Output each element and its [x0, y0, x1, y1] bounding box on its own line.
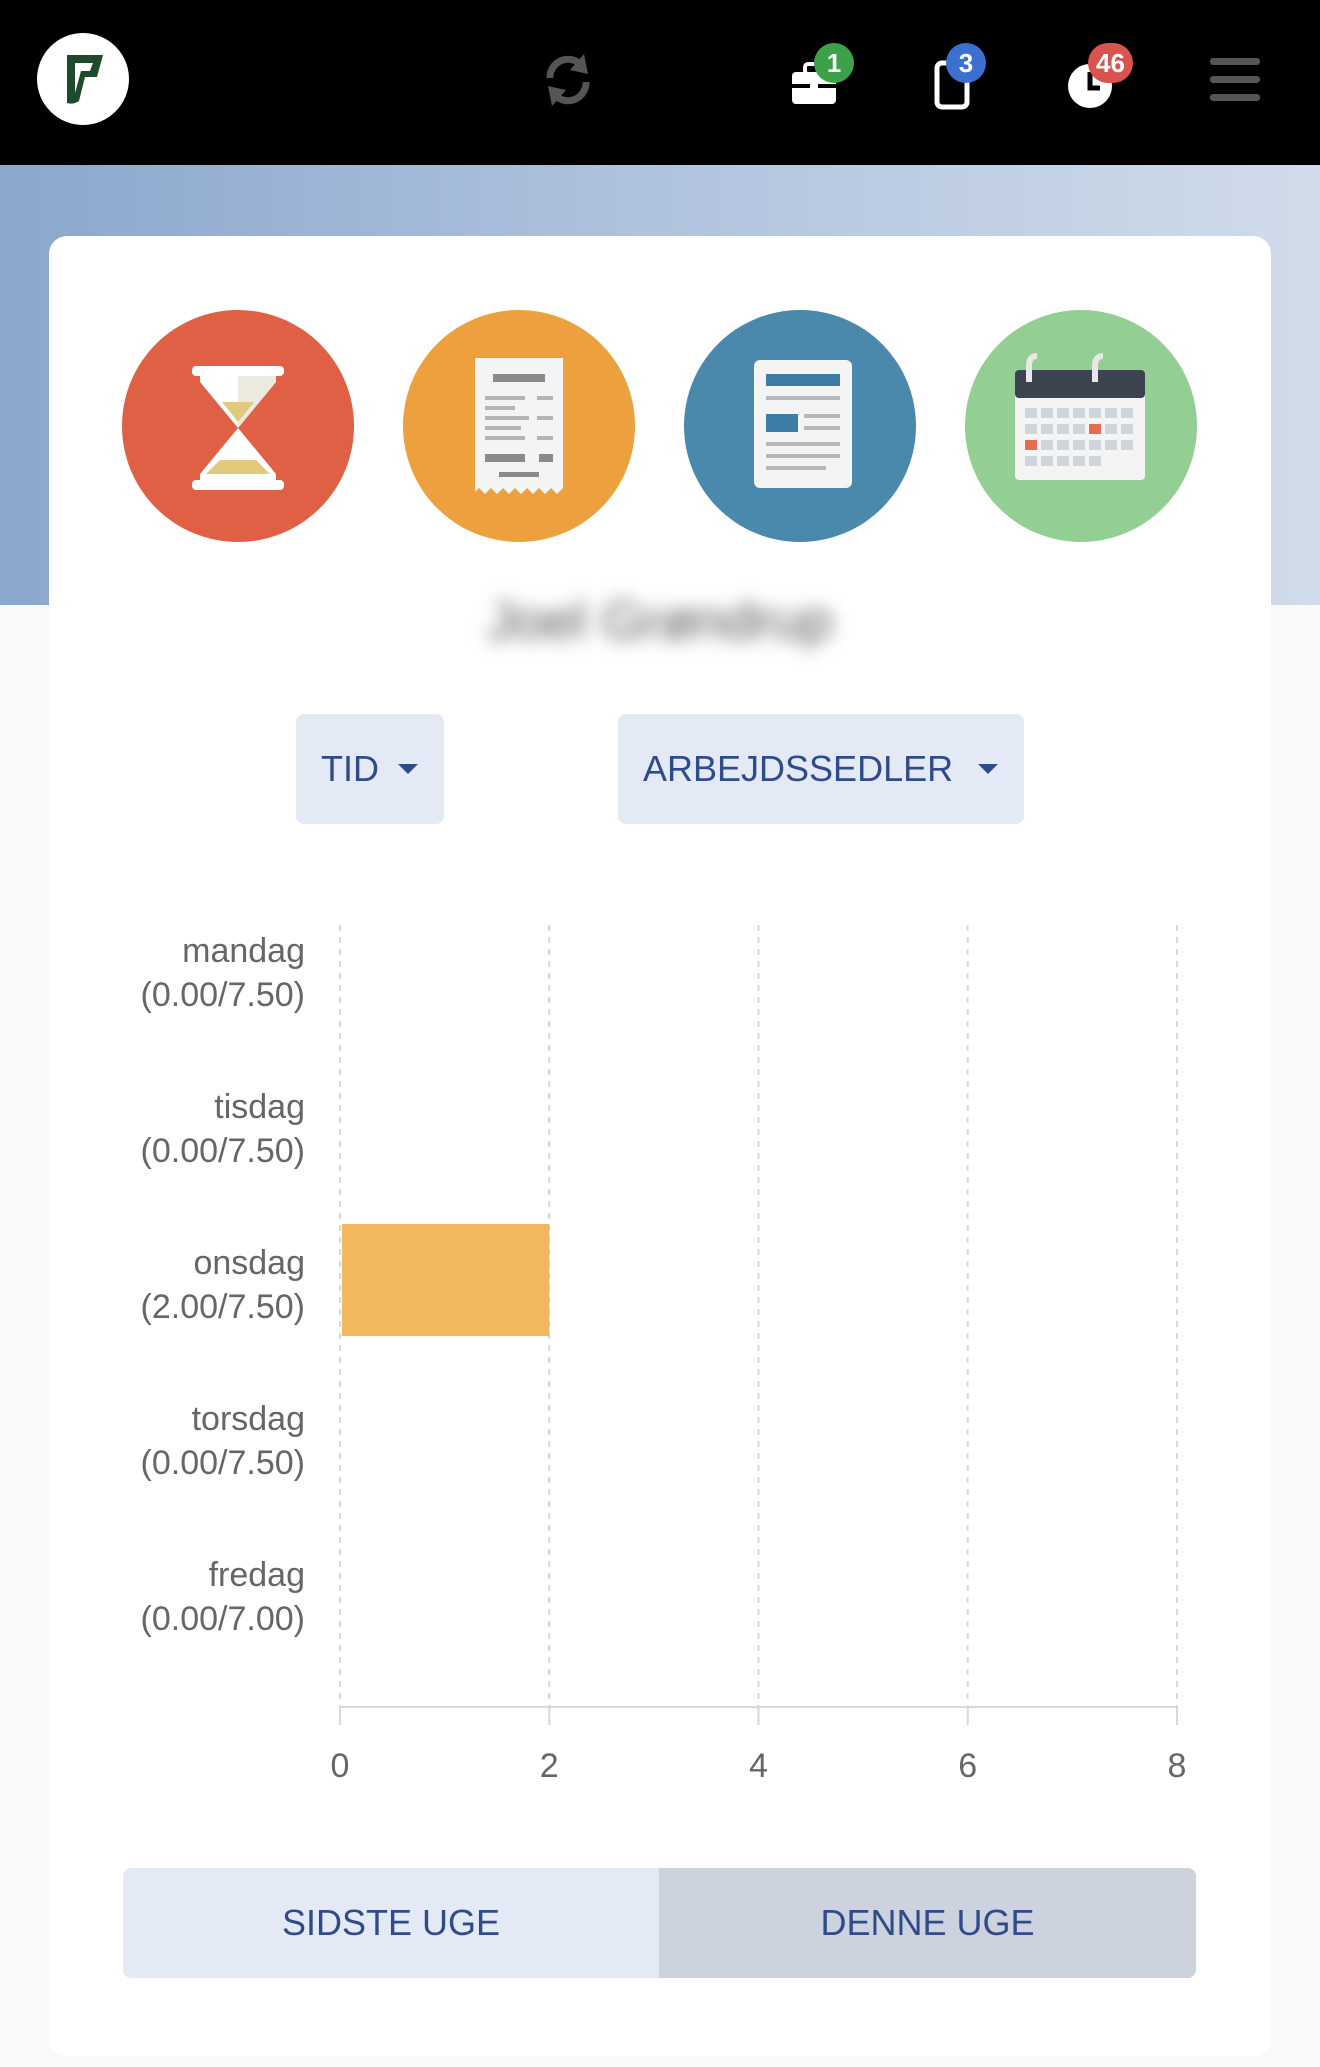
arbejdssedler-dropdown-label: ARBEJDSSEDLER [643, 748, 954, 789]
user-name: Joel Grøndrup [487, 591, 833, 651]
timer-badge: 46 [1088, 43, 1133, 83]
refresh-icon[interactable] [538, 50, 598, 110]
last-week-label: SIDSTE UGE [281, 1902, 501, 1943]
hamburger-icon[interactable] [1210, 58, 1260, 102]
receipt-icon[interactable] [403, 310, 635, 542]
x-tick-label: 2 [540, 1747, 559, 1785]
devices-badge: 3 [946, 43, 986, 83]
day-hours-label: (0.00/7.50) [141, 1132, 305, 1170]
day-label: torsdag [192, 1400, 305, 1438]
day-label: tisdag [214, 1088, 305, 1126]
day-label: mandag [182, 932, 305, 970]
last-week-button[interactable]: SIDSTE UGE [123, 1868, 659, 1978]
tid-dropdown[interactable]: TID [296, 714, 444, 824]
app-logo-icon[interactable] [37, 33, 129, 125]
this-week-button[interactable]: DENNE UGE [659, 1868, 1196, 1978]
tid-dropdown-label: TID [321, 748, 379, 789]
document-icon[interactable] [684, 310, 916, 542]
jobs-badge: 1 [814, 43, 854, 83]
this-week-label: DENNE UGE [820, 1902, 1035, 1943]
hours-chart: 0 2 4 6 8 mandag (0.00/7.50) tisdag (0.00/7.50) o… [141, 925, 1187, 1785]
x-tick-label: 0 [331, 1747, 350, 1785]
bar-onsdag [342, 1224, 550, 1336]
hourglass-icon[interactable] [122, 310, 354, 542]
chevron-down-icon [978, 764, 998, 774]
x-tick-label: 8 [1168, 1747, 1187, 1785]
day-hours-label: (0.00/7.50) [141, 1444, 305, 1482]
chevron-down-icon [398, 764, 418, 774]
day-hours-label: (0.00/7.00) [141, 1600, 305, 1638]
day-hours-label: (0.00/7.50) [141, 976, 305, 1014]
arbejdssedler-dropdown[interactable]: ARBEJDSSEDLER [618, 714, 1024, 824]
x-tick-label: 6 [958, 1747, 977, 1785]
calendar-icon[interactable] [965, 310, 1197, 542]
day-label: fredag [209, 1556, 305, 1594]
x-tick-label: 4 [749, 1747, 768, 1785]
day-label: onsdag [193, 1244, 305, 1282]
day-hours-label: (2.00/7.50) [141, 1288, 305, 1326]
top-navbar: 1 3 46 [0, 0, 1320, 165]
